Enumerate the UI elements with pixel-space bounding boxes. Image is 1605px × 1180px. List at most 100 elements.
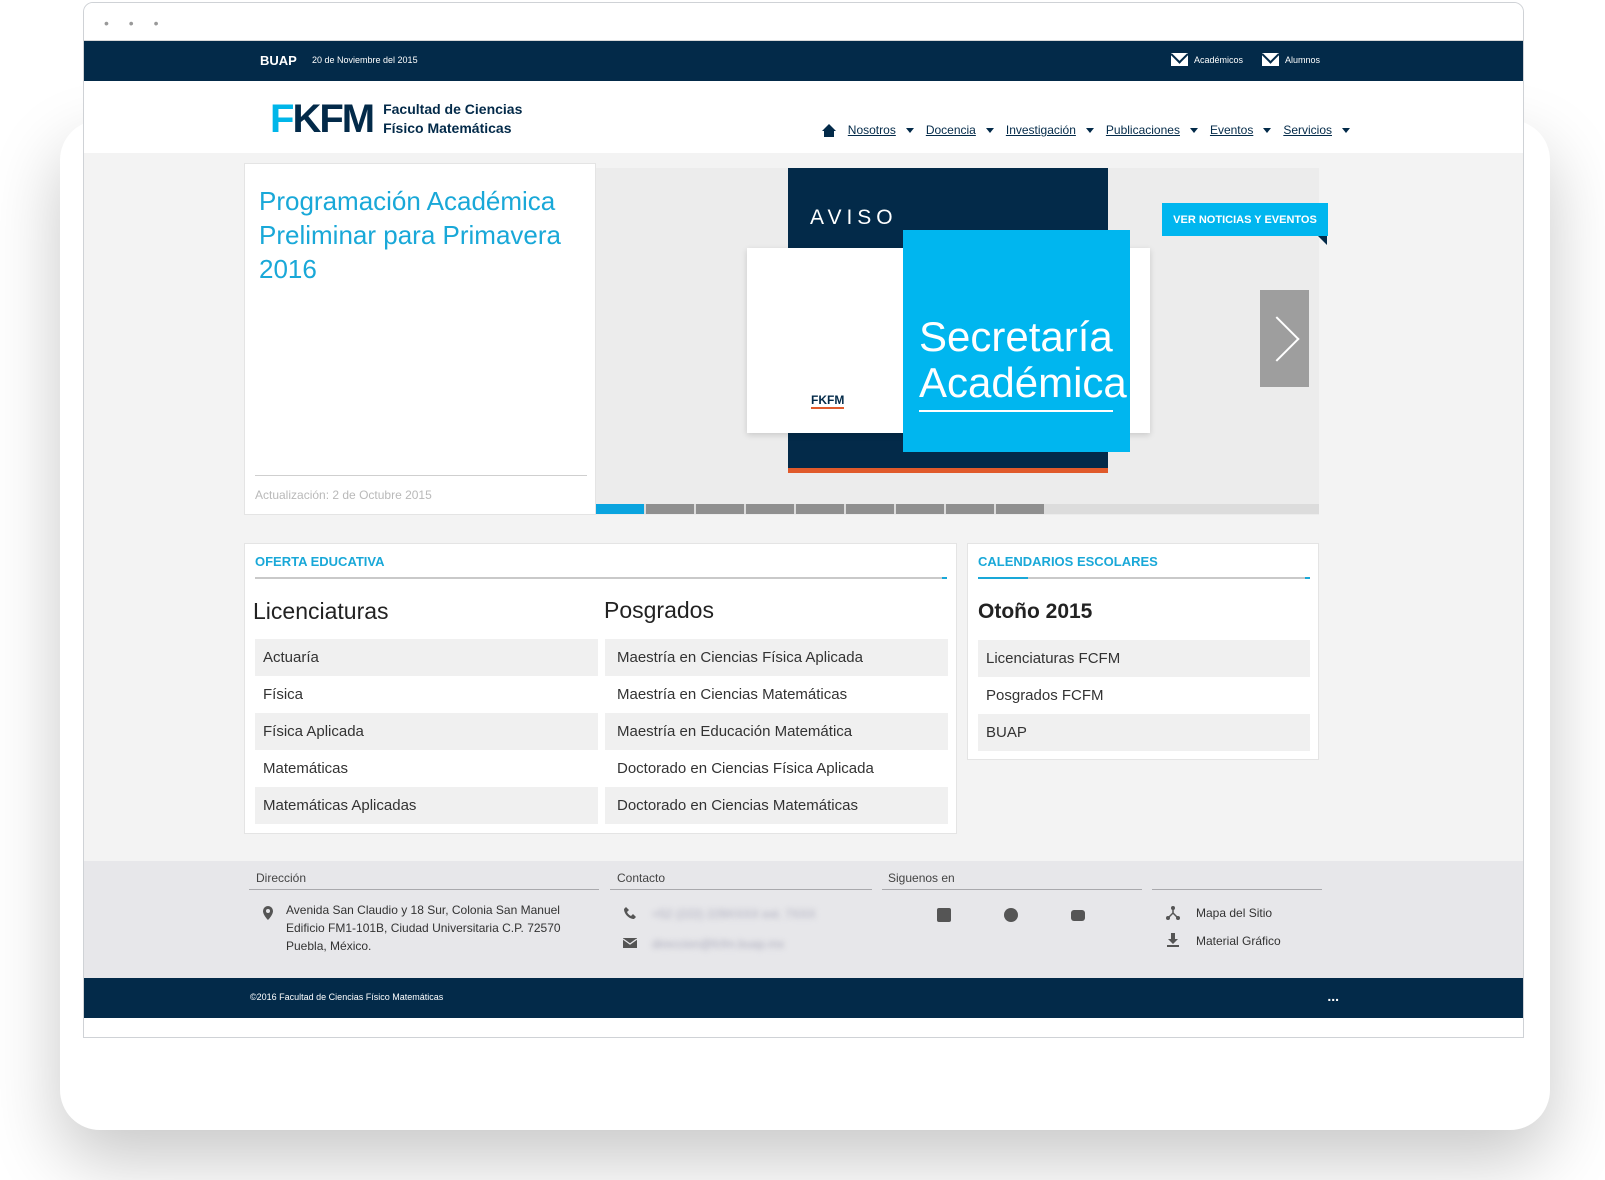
fcfm-logo[interactable]: FKFM Facultad de Ciencias Físico Matemát… [270,99,522,139]
hero-info-panel: Programación Académica Preliminar para P… [244,163,596,515]
nav-investigacion[interactable]: Investigación [1006,123,1094,137]
copyright: ©2016 Facultad de Ciencias Físico Matemá… [250,992,444,1002]
footer-address: Avenida San Claudio y 18 Sur, Colonia Sa… [286,903,561,953]
slider-dot[interactable] [696,504,744,514]
hero-title[interactable]: Programación Académica Preliminar para P… [259,184,589,286]
site-footer: Dirección Avenida San Claudio y 18 Sur, … [84,861,1523,978]
download-icon [1167,933,1179,947]
caret-down-icon [905,127,914,133]
caret-down-icon [1263,127,1272,133]
list-item[interactable]: Matemáticas [255,750,598,787]
slider-pager [596,504,1319,514]
phone-icon [624,907,636,919]
poster-highlight: Secretaría Académica [903,230,1130,452]
footer-direccion-title: Dirección [256,871,307,885]
view-news-events-button[interactable]: VER NOTICIAS Y EVENTOS [1162,203,1328,236]
slider-dot[interactable] [946,504,994,514]
divider [255,475,587,476]
calendarios-heading: CALENDARIOS ESCOLARES [978,554,1158,569]
location-pin-icon [263,906,273,920]
site-map-link[interactable]: Mapa del Sitio [1196,906,1272,920]
top-bar: BUAP 20 de Noviembre del 2015 Académicos… [84,41,1523,81]
main-nav: Nosotros Docencia Investigación Publicac… [821,123,1350,137]
nav-docencia[interactable]: Docencia [926,123,994,137]
mail-icon [1171,53,1188,66]
caret-down-icon [1085,127,1094,133]
material-grafico-link[interactable]: Material Gráfico [1196,934,1281,948]
slider-next-arrow-icon[interactable] [1260,290,1309,387]
logo-mark: FKFM [270,97,375,141]
main-content: Programación Académica Preliminar para P… [84,153,1523,861]
list-item[interactable]: Física [255,676,598,713]
mail-icon [1262,53,1279,66]
calendar-term-title: Otoño 2015 [978,600,1093,623]
buap-brand[interactable]: BUAP [260,53,297,68]
licenciaturas-title: Licenciaturas [253,598,389,624]
list-item[interactable]: Actuaría [255,639,598,676]
poster-mini-logo: FKFM [811,393,845,409]
sitemap-icon [1166,906,1180,920]
more-options[interactable]: ... [1327,988,1339,1004]
nav-publicaciones[interactable]: Publicaciones [1106,123,1198,137]
list-item[interactable]: BUAP [978,714,1310,751]
list-item[interactable]: Licenciaturas FCFM [978,640,1310,677]
calendarios-card: CALENDARIOS ESCOLARES Otoño 2015 Licenci… [967,543,1319,760]
slider-dot[interactable] [746,504,794,514]
academicos-link[interactable]: Académicos [1171,53,1243,66]
divider [882,889,1142,890]
list-item[interactable]: Maestría en Ciencias Física Aplicada [605,639,948,676]
divider [249,889,599,890]
poster-title: Secretaría Académica [919,313,1127,406]
youtube-icon[interactable] [1071,910,1085,921]
list-item[interactable]: Matemáticas Aplicadas [255,787,598,824]
poster-underline [919,410,1113,412]
caret-down-icon [985,127,994,133]
oferta-educativa-card: OFERTA EDUCATIVA Licenciaturas Actuaría … [244,543,957,834]
list-item[interactable]: Maestría en Ciencias Matemáticas [605,676,948,713]
calendarios-list: Licenciaturas FCFM Posgrados FCFM BUAP [978,640,1310,751]
current-date: 20 de Noviembre del 2015 [312,55,418,65]
browser-titlebar: • • • [84,3,1523,41]
slider-dot[interactable] [596,504,644,514]
slider-dot[interactable] [796,504,844,514]
list-item[interactable]: Maestría en Educación Matemática [605,713,948,750]
caret-down-icon [1342,127,1350,133]
slider-dot[interactable] [646,504,694,514]
site-header: FKFM Facultad de Ciencias Físico Matemát… [84,81,1523,153]
poster-aviso: AVISO [810,206,898,229]
nav-eventos[interactable]: Eventos [1210,123,1272,137]
alumnos-label: Alumnos [1285,54,1321,65]
footer-phone[interactable]: +52 (222) 229XXXX ext. 7XXX [652,907,816,921]
oferta-heading-rule [255,577,947,579]
hero-update-date: Actualización: 2 de Octubre 2015 [255,488,432,502]
divider [610,889,872,890]
list-item[interactable]: Doctorado en Ciencias Matemáticas [605,787,948,824]
caret-down-icon [1189,127,1198,133]
nav-servicios[interactable]: Servicios [1283,123,1350,137]
list-item[interactable]: Doctorado en Ciencias Física Aplicada [605,750,948,787]
list-item[interactable]: Posgrados FCFM [978,677,1310,714]
home-icon[interactable] [821,123,836,137]
list-item[interactable]: Física Aplicada [255,713,598,750]
footer-social-title: Siguenos en [888,871,955,885]
alumnos-link[interactable]: Alumnos [1262,53,1320,66]
hero-slider[interactable]: AVISO FKFM Secretaría Académica VER NOTI… [596,168,1328,515]
slider-dot[interactable] [996,504,1044,514]
posgrados-title: Posgrados [604,597,714,623]
footer-email[interactable]: direccion@fcfm.buap.mx [652,937,784,951]
logo-line-2: Físico Matemáticas [383,120,512,136]
ribbon-fold [1318,236,1327,245]
nav-nosotros[interactable]: Nosotros [848,123,914,137]
academicos-label: Académicos [1194,54,1244,65]
licenciaturas-list: Actuaría Física Física Aplicada Matemáti… [255,639,598,824]
slider-dot[interactable] [846,504,894,514]
calendarios-heading-rule [978,577,1310,579]
twitter-icon[interactable] [1004,908,1018,922]
facebook-icon[interactable] [937,908,951,922]
logo-line-1: Facultad de Ciencias [383,101,523,117]
slider-dot[interactable] [896,504,944,514]
footer-contacto-title: Contacto [617,871,666,885]
window-controls[interactable]: • • • [104,15,166,31]
oferta-heading: OFERTA EDUCATIVA [255,554,385,569]
bottom-bar: ©2016 Facultad de Ciencias Físico Matemá… [84,978,1523,1018]
